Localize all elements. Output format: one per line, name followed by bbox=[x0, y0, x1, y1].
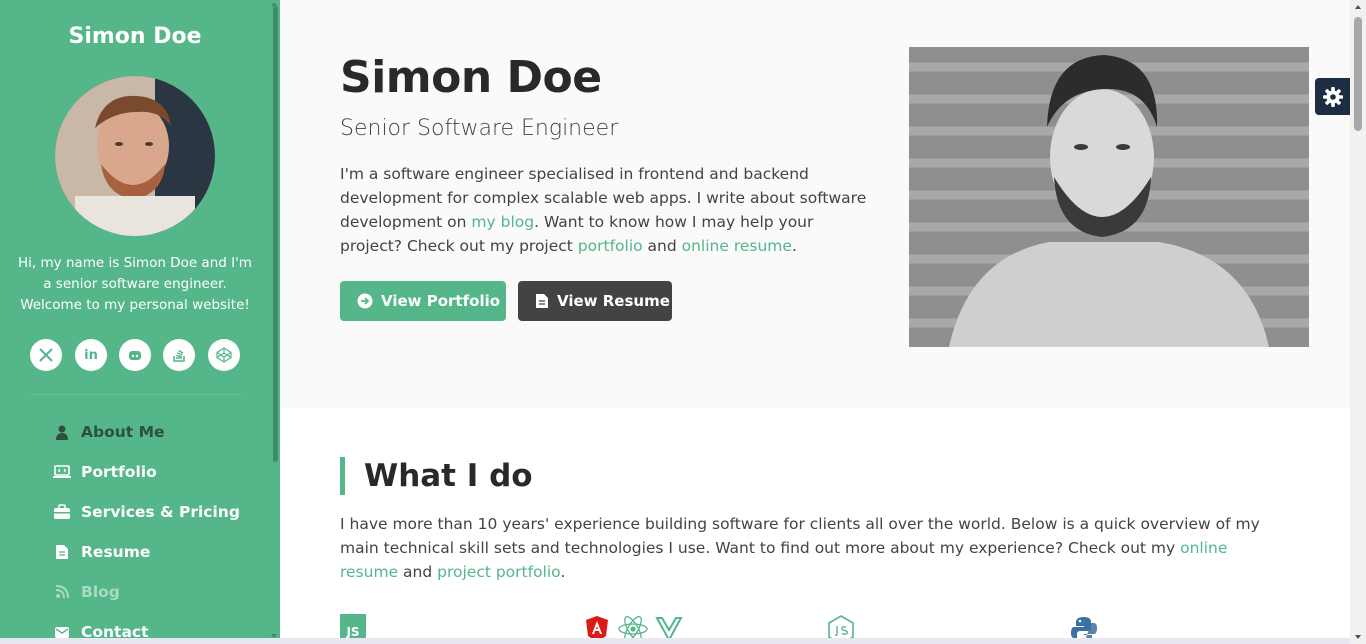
what-i-do-text-part: and bbox=[398, 563, 438, 581]
what-i-do-text-part: . bbox=[560, 563, 566, 581]
stack-overflow-icon[interactable] bbox=[163, 339, 195, 371]
what-i-do-text: I have more than 10 years' experience bu… bbox=[340, 512, 1290, 584]
nav-blog[interactable]: Blog bbox=[53, 580, 120, 604]
nav-label: Portfolio bbox=[81, 463, 157, 481]
hero-title: Senior Software Engineer bbox=[340, 116, 619, 141]
settings-button[interactable] bbox=[1315, 78, 1351, 115]
file-alt-icon bbox=[535, 293, 549, 309]
hero-intro-text: and bbox=[642, 237, 682, 255]
nav-label: Services & Pricing bbox=[81, 503, 240, 521]
horizontal-scrollbar[interactable] bbox=[0, 638, 1350, 644]
profile-photo bbox=[909, 47, 1309, 347]
sidebar-name: Simon Doe bbox=[68, 24, 202, 49]
hero-name: Simon Doe bbox=[340, 52, 602, 103]
gear-icon bbox=[1323, 86, 1343, 107]
main-content: Simon Doe Senior Software Engineer I'm a… bbox=[280, 0, 1350, 644]
circle-arrow-right-icon bbox=[357, 293, 373, 309]
view-portfolio-label: View Portfolio bbox=[381, 292, 501, 310]
vue-icon bbox=[655, 617, 683, 643]
x-twitter-icon[interactable] bbox=[30, 339, 62, 371]
file-icon bbox=[53, 543, 71, 561]
nav-portfolio[interactable]: Portfolio bbox=[53, 460, 157, 484]
hero-intro: I'm a software engineer specialised in f… bbox=[340, 162, 875, 258]
hero-section: Simon Doe Senior Software Engineer I'm a… bbox=[280, 0, 1350, 408]
scroll-down-icon[interactable] bbox=[1355, 635, 1361, 639]
page-scrollbar[interactable] bbox=[1350, 0, 1366, 644]
scroll-up-icon[interactable] bbox=[1355, 5, 1361, 9]
sidebar: Simon Doe Hi, my name is Simon Doe and I… bbox=[0, 0, 280, 644]
nav-label: About Me bbox=[81, 423, 165, 441]
what-i-do-text-part: I have more than 10 years' experience bu… bbox=[340, 515, 1260, 557]
section-title-accent bbox=[340, 457, 345, 495]
codepen-icon[interactable] bbox=[208, 339, 240, 371]
portfolio-link[interactable]: portfolio bbox=[578, 237, 643, 255]
view-resume-button[interactable]: View Resume bbox=[518, 281, 672, 321]
github-icon[interactable] bbox=[119, 339, 151, 371]
sidebar-scroll-thumb[interactable] bbox=[273, 6, 278, 462]
user-icon bbox=[53, 423, 71, 441]
sidebar-bio: Hi, my name is Simon Doe and I'm a senio… bbox=[18, 255, 252, 313]
nav-label: Resume bbox=[81, 543, 151, 561]
resume-link[interactable]: online resume bbox=[682, 237, 792, 255]
social-links: in bbox=[30, 339, 246, 371]
what-i-do-title: What I do bbox=[364, 458, 533, 494]
nav-label: Blog bbox=[81, 583, 120, 601]
blog-icon bbox=[53, 583, 71, 601]
view-resume-label: View Resume bbox=[557, 292, 670, 310]
linkedin-icon[interactable]: in bbox=[75, 339, 107, 371]
nav-about-me[interactable]: About Me bbox=[53, 420, 165, 444]
sidebar-avatar bbox=[55, 76, 215, 236]
blog-link[interactable]: my blog bbox=[471, 213, 534, 231]
nav-services-pricing[interactable]: Services & Pricing bbox=[53, 500, 240, 524]
sidebar-scrollbar[interactable] bbox=[270, 0, 280, 644]
project-portfolio-link[interactable]: project portfolio bbox=[437, 563, 560, 581]
view-portfolio-button[interactable]: View Portfolio bbox=[340, 281, 506, 321]
nav-resume[interactable]: Resume bbox=[53, 540, 150, 564]
sidebar-divider bbox=[30, 394, 242, 395]
page-scroll-thumb[interactable] bbox=[1354, 17, 1362, 131]
laptop-code-icon bbox=[53, 463, 71, 481]
javascript-icon: JS bbox=[340, 614, 366, 640]
briefcase-icon bbox=[53, 503, 71, 521]
hero-intro-text: . bbox=[791, 237, 797, 255]
